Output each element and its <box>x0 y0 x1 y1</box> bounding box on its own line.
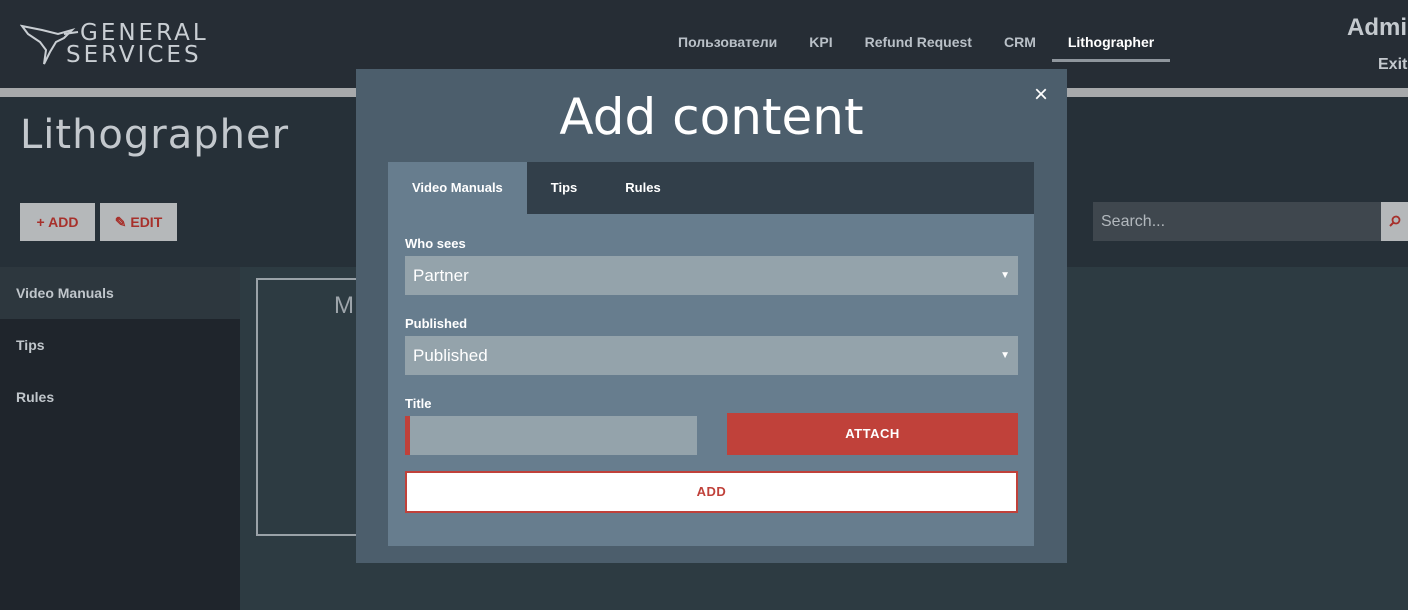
search-button[interactable] <box>1381 202 1408 241</box>
user-name: Admi <box>1347 14 1407 41</box>
search-input[interactable] <box>1093 202 1381 241</box>
sidebar: Video Manuals Tips Rules <box>0 267 240 610</box>
who-sees-value: Partner <box>413 266 469 285</box>
top-nav: Пользователи KPI Refund Request CRM Lith… <box>662 22 1171 62</box>
published-label: Published <box>405 316 468 331</box>
nav-kpi[interactable]: KPI <box>793 22 848 62</box>
tab-video-manuals[interactable]: Video Manuals <box>388 162 527 214</box>
title-label: Title <box>405 396 432 411</box>
sidebar-item-video-manuals[interactable]: Video Manuals <box>0 267 240 319</box>
nav-refund-request[interactable]: Refund Request <box>849 22 988 62</box>
nav-users[interactable]: Пользователи <box>662 22 793 62</box>
modal-tabs: Video Manuals Tips Rules <box>388 162 1034 214</box>
published-select[interactable]: Published ▼ <box>405 336 1018 375</box>
attach-button[interactable]: ATTACH <box>727 413 1018 455</box>
submit-add-button[interactable]: ADD <box>405 471 1018 513</box>
exit-link[interactable]: Exit <box>1378 56 1407 74</box>
sidebar-item-rules[interactable]: Rules <box>0 371 240 423</box>
page-title: Lithographer <box>20 112 290 158</box>
published-value: Published <box>413 346 488 365</box>
who-sees-select[interactable]: Partner ▼ <box>405 256 1018 295</box>
chevron-down-icon: ▼ <box>1000 350 1010 361</box>
sidebar-item-tips[interactable]: Tips <box>0 319 240 371</box>
nav-lithographer[interactable]: Lithographer <box>1051 22 1171 62</box>
nav-crm[interactable]: CRM <box>988 22 1052 62</box>
logo[interactable]: GENERAL SERVICES <box>20 20 230 68</box>
tab-rules[interactable]: Rules <box>601 162 684 214</box>
chevron-down-icon: ▼ <box>1000 270 1010 281</box>
logo-text-line2: SERVICES <box>66 42 202 68</box>
search-icon <box>1388 215 1400 227</box>
title-input[interactable] <box>405 416 697 455</box>
edit-button[interactable]: ✎ EDIT <box>100 203 177 241</box>
who-sees-label: Who sees <box>405 236 466 251</box>
modal-title: Add content <box>559 88 864 146</box>
add-button[interactable]: + ADD <box>20 203 95 241</box>
tab-tips[interactable]: Tips <box>527 162 602 214</box>
content-card-title: M <box>334 292 354 319</box>
